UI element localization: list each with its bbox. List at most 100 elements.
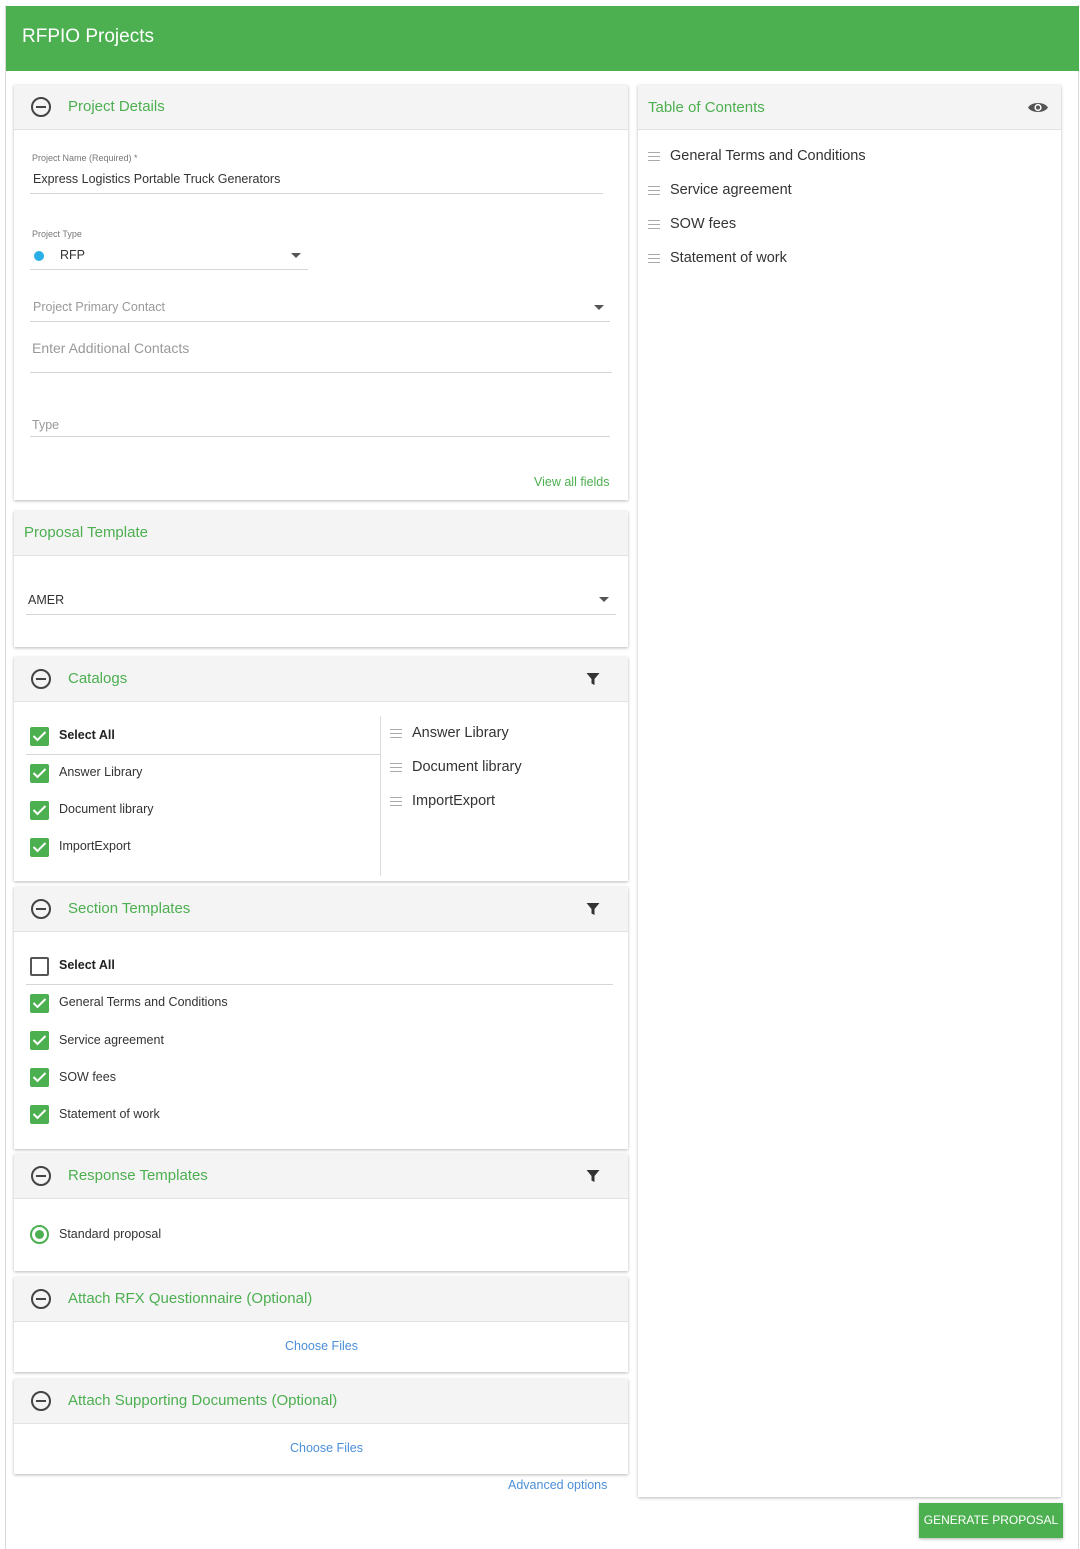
catalog-answer-library-checkbox[interactable] bbox=[30, 764, 49, 783]
drag-handle-icon[interactable] bbox=[390, 729, 402, 738]
filter-icon[interactable] bbox=[586, 902, 600, 916]
drag-handle-icon[interactable] bbox=[390, 763, 402, 772]
catalog-select-all-checkbox[interactable] bbox=[30, 727, 49, 746]
catalog-select-all-divider bbox=[26, 754, 380, 755]
toc-panel: Table of Contents General Terms and Cond… bbox=[638, 85, 1061, 1497]
advanced-options-link[interactable]: Advanced options bbox=[508, 1478, 607, 1492]
attach-rfx-header[interactable]: Attach RFX Questionnaire (Optional) bbox=[14, 1277, 628, 1322]
catalog-select-all-label: Select All bbox=[59, 728, 115, 742]
catalog-order-item[interactable]: ImportExport bbox=[412, 793, 495, 809]
project-name-label: Project Name (Required) * bbox=[32, 153, 138, 163]
check-icon bbox=[32, 1072, 47, 1083]
project-type-label: Project Type bbox=[32, 229, 82, 239]
section-templates-panel: Section Templates Select All General Ter… bbox=[14, 887, 628, 1149]
type-input[interactable]: Type bbox=[32, 418, 59, 432]
proposal-template-underline bbox=[26, 614, 616, 615]
check-icon bbox=[32, 842, 47, 853]
eye-icon[interactable] bbox=[1027, 100, 1049, 115]
proposal-template-value: AMER bbox=[28, 593, 65, 607]
panel-title: Table of Contents bbox=[648, 99, 765, 116]
collapse-icon[interactable] bbox=[31, 1391, 51, 1411]
app-title: RFPIO Projects bbox=[22, 26, 154, 47]
catalog-item-label: Document library bbox=[59, 802, 154, 816]
collapse-icon[interactable] bbox=[31, 899, 51, 919]
catalog-item-label: ImportExport bbox=[59, 839, 131, 853]
attach-docs-panel: Attach Supporting Documents (Optional) C… bbox=[14, 1379, 628, 1474]
project-type-value: RFP bbox=[60, 248, 85, 262]
collapse-icon[interactable] bbox=[31, 97, 51, 117]
catalog-document-library-checkbox[interactable] bbox=[30, 801, 49, 820]
section-item-checkbox[interactable] bbox=[30, 1105, 49, 1124]
toc-item[interactable]: Service agreement bbox=[670, 182, 792, 198]
chevron-down-icon[interactable] bbox=[291, 253, 301, 258]
attach-docs-header[interactable]: Attach Supporting Documents (Optional) bbox=[14, 1379, 628, 1424]
section-item-label: Statement of work bbox=[59, 1107, 160, 1121]
toc-item[interactable]: General Terms and Conditions bbox=[670, 148, 866, 164]
additional-contacts-underline bbox=[30, 372, 612, 373]
toc-header: Table of Contents bbox=[638, 85, 1061, 130]
project-type-underline bbox=[30, 269, 308, 270]
section-item-label: SOW fees bbox=[59, 1070, 116, 1084]
catalog-order-item[interactable]: Answer Library bbox=[412, 725, 509, 741]
section-select-all-divider bbox=[26, 984, 613, 985]
drag-handle-icon[interactable] bbox=[648, 152, 660, 161]
panel-title: Project Details bbox=[68, 98, 165, 115]
catalogs-header[interactable]: Catalogs bbox=[14, 657, 628, 702]
standard-proposal-radio[interactable] bbox=[30, 1225, 49, 1244]
collapse-icon[interactable] bbox=[31, 1289, 51, 1309]
project-details-header[interactable]: Project Details bbox=[14, 85, 628, 130]
check-icon bbox=[32, 768, 47, 779]
panel-title: Attach Supporting Documents (Optional) bbox=[68, 1392, 338, 1409]
additional-contacts-input[interactable]: Enter Additional Contacts bbox=[32, 340, 189, 356]
filter-icon[interactable] bbox=[586, 1169, 600, 1183]
section-templates-header[interactable]: Section Templates bbox=[14, 887, 628, 932]
drag-handle-icon[interactable] bbox=[390, 797, 402, 806]
check-icon bbox=[32, 1035, 47, 1046]
filter-icon[interactable] bbox=[586, 672, 600, 686]
panel-title: Proposal Template bbox=[24, 524, 148, 541]
section-select-all-label: Select All bbox=[59, 958, 115, 972]
view-all-fields-link[interactable]: View all fields bbox=[534, 475, 610, 489]
type-underline bbox=[30, 436, 610, 437]
project-details-panel: Project Details Project Name (Required) … bbox=[14, 85, 628, 500]
drag-handle-icon[interactable] bbox=[648, 186, 660, 195]
standard-proposal-label: Standard proposal bbox=[59, 1227, 162, 1241]
panel-title: Attach RFX Questionnaire (Optional) bbox=[68, 1290, 313, 1307]
panel-title: Section Templates bbox=[68, 900, 191, 917]
proposal-template-panel: Proposal Template AMER bbox=[14, 511, 628, 647]
primary-contact-underline bbox=[30, 321, 610, 322]
catalog-order-item[interactable]: Document library bbox=[412, 759, 522, 775]
panel-title: Catalogs bbox=[68, 670, 128, 687]
project-name-input[interactable]: Express Logistics Portable Truck Generat… bbox=[33, 172, 280, 186]
catalog-importexport-checkbox[interactable] bbox=[30, 838, 49, 857]
attach-rfx-panel: Attach RFX Questionnaire (Optional) Choo… bbox=[14, 1277, 628, 1372]
toc-item[interactable]: SOW fees bbox=[670, 216, 736, 232]
project-name-underline bbox=[30, 193, 603, 194]
section-select-all-checkbox[interactable] bbox=[30, 957, 49, 976]
generate-proposal-button[interactable]: GENERATE PROPOSAL bbox=[919, 1503, 1063, 1538]
section-item-label: Service agreement bbox=[59, 1033, 164, 1047]
chevron-down-icon[interactable] bbox=[599, 597, 609, 602]
collapse-icon[interactable] bbox=[31, 669, 51, 689]
drag-handle-icon[interactable] bbox=[648, 220, 660, 229]
primary-contact-placeholder: Project Primary Contact bbox=[33, 300, 165, 314]
app-header: RFPIO Projects bbox=[6, 6, 1079, 71]
choose-files-button[interactable]: Choose Files bbox=[285, 1339, 358, 1353]
catalog-item-label: Answer Library bbox=[59, 765, 143, 779]
section-item-checkbox[interactable] bbox=[30, 994, 49, 1013]
collapse-icon[interactable] bbox=[31, 1166, 51, 1186]
section-item-checkbox[interactable] bbox=[30, 1068, 49, 1087]
check-icon bbox=[32, 1109, 47, 1120]
section-item-checkbox[interactable] bbox=[30, 1031, 49, 1050]
panel-title: Response Templates bbox=[68, 1167, 208, 1184]
chevron-down-icon[interactable] bbox=[594, 305, 604, 310]
drag-handle-icon[interactable] bbox=[648, 254, 660, 263]
toc-item[interactable]: Statement of work bbox=[670, 250, 787, 266]
choose-files-button[interactable]: Choose Files bbox=[290, 1441, 363, 1455]
section-item-label: General Terms and Conditions bbox=[59, 995, 228, 1009]
response-templates-header[interactable]: Response Templates bbox=[14, 1154, 628, 1199]
response-templates-panel: Response Templates Standard proposal bbox=[14, 1154, 628, 1271]
catalogs-panel: Catalogs Select All Answer Library Docum… bbox=[14, 657, 628, 881]
check-icon bbox=[32, 998, 47, 1009]
check-icon bbox=[32, 805, 47, 816]
